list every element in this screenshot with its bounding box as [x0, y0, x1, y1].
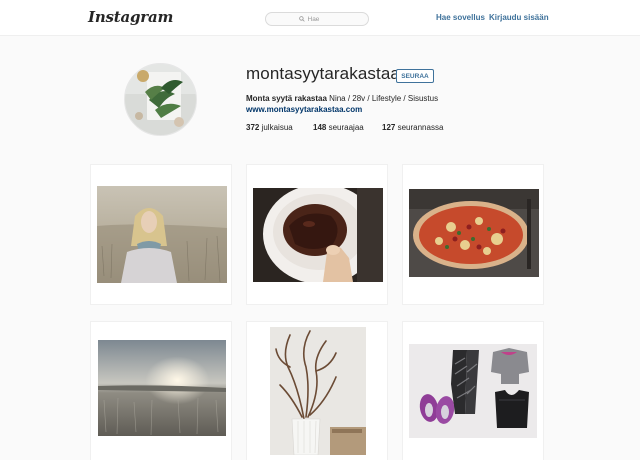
post-photo[interactable] [270, 327, 366, 455]
stat-label: julkaisua [259, 123, 293, 132]
stat-count: 148 [313, 123, 327, 132]
branches-vase-photo [270, 327, 366, 455]
post-photo[interactable] [253, 188, 383, 282]
sportswear-flatlay-photo [409, 344, 537, 438]
stat-count: 372 [246, 123, 260, 132]
search-input[interactable] [307, 15, 336, 23]
avatar-plant-image [125, 64, 196, 135]
post-photo[interactable] [97, 186, 227, 283]
search-box[interactable] [265, 12, 369, 26]
login-link[interactable]: Kirjaudu sisään [489, 13, 549, 22]
follow-button[interactable]: SEURAA [396, 69, 434, 83]
post-card[interactable] [90, 321, 232, 460]
profile-bio: Monta syytä rakastaa Nina / 28v / Lifest… [246, 94, 438, 103]
profile-website-link[interactable]: www.montasyytarakastaa.com [246, 105, 362, 114]
top-navigation-bar: Instagram Hae sovellus Kirjaudu sisään [0, 0, 640, 36]
bio-name: Monta syytä rakastaa [246, 94, 327, 103]
chocolate-pancake-photo [253, 188, 383, 282]
pizza-photo [409, 189, 539, 277]
post-card[interactable] [90, 164, 232, 305]
following-stat[interactable]: 127 seurannassa [382, 123, 443, 132]
profile-username: montasyytarakastaa [246, 64, 400, 83]
post-photo[interactable] [98, 340, 226, 436]
frosty-sunrise-field-photo [98, 340, 226, 436]
bio-text: Nina / 28v / Lifestyle / Sisustus [326, 94, 439, 103]
stat-count: 127 [382, 123, 396, 132]
search-icon [298, 16, 305, 22]
instagram-logo[interactable]: Instagram [88, 8, 173, 26]
posts-count-stat: 372 julkaisua [246, 123, 293, 132]
stat-label: seuraajaa [326, 123, 364, 132]
profile-avatar[interactable] [124, 63, 197, 136]
post-card[interactable] [246, 164, 388, 305]
post-card[interactable] [402, 164, 544, 305]
blonde-woman-field-photo [97, 186, 227, 283]
post-card[interactable] [246, 321, 388, 460]
post-photo[interactable] [409, 189, 539, 277]
get-app-link[interactable]: Hae sovellus [436, 13, 485, 22]
post-photo[interactable] [409, 344, 537, 438]
stat-label: seurannassa [395, 123, 444, 132]
followers-stat[interactable]: 148 seuraajaa [313, 123, 364, 132]
post-card[interactable] [402, 321, 544, 460]
